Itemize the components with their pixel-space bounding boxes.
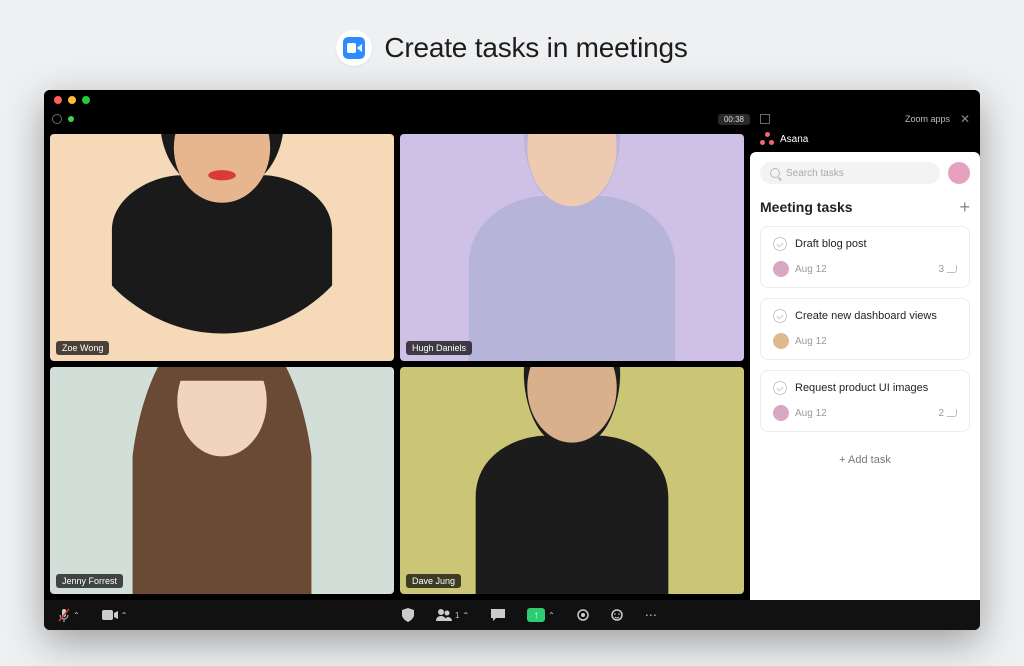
complete-task-icon[interactable] [773, 237, 787, 251]
assignee-avatar[interactable] [773, 405, 789, 421]
participant-name: Jenny Forrest [56, 574, 123, 588]
participant-name: Dave Jung [406, 574, 461, 588]
share-screen-button[interactable]: ↑ ⌃ [527, 608, 555, 622]
meeting-toolbar: ⌃ ⌃ 1 ⌃ ↑ ⌃ [44, 600, 980, 630]
zoom-window: 00:38 Zoom apps ✕ Zoe Wong [44, 90, 980, 630]
apps-sidebar: Asana Search tasks Meeting tasks + [750, 128, 980, 600]
search-placeholder: Search tasks [786, 168, 844, 179]
video-grid: Zoe Wong Hugh Daniels [44, 128, 750, 600]
assignee-avatar[interactable] [773, 333, 789, 349]
participant-name: Hugh Daniels [406, 341, 472, 355]
participant-silhouette [50, 367, 394, 594]
close-panel-button[interactable]: ✕ [960, 112, 970, 126]
subtask-icon [947, 409, 957, 417]
video-button[interactable]: ⌃ [102, 610, 128, 620]
participant-tile[interactable]: Hugh Daniels [400, 134, 744, 361]
task-date: Aug 12 [795, 264, 827, 275]
mute-button[interactable]: ⌃ [58, 608, 80, 622]
zoom-apps-label: Zoom apps [905, 114, 950, 124]
sidebar-brand: Asana [780, 134, 808, 145]
close-window-button[interactable] [54, 96, 62, 104]
zoom-icon [336, 30, 372, 66]
subtask-count: 3 [938, 264, 957, 275]
task-card[interactable]: Create new dashboard views Aug 12 [760, 298, 970, 360]
record-button[interactable] [577, 609, 589, 621]
sidebar-header: Asana [750, 128, 980, 152]
complete-task-icon[interactable] [773, 309, 787, 323]
task-title: Draft blog post [795, 238, 867, 250]
search-input[interactable]: Search tasks [760, 162, 940, 184]
maximize-window-button[interactable] [82, 96, 90, 104]
minimize-window-button[interactable] [68, 96, 76, 104]
asana-panel: Search tasks Meeting tasks + Draft blog … [750, 152, 980, 600]
more-button[interactable]: ⋯ [645, 608, 657, 622]
section-title: Meeting tasks [760, 199, 853, 215]
complete-task-icon[interactable] [773, 381, 787, 395]
participant-silhouette [50, 134, 394, 361]
reactions-button[interactable] [611, 609, 623, 621]
meeting-top-bar: 00:38 Zoom apps ✕ [44, 110, 980, 128]
participant-tile[interactable]: Dave Jung [400, 367, 744, 594]
participants-count: 1 [455, 611, 459, 620]
asana-logo-icon [760, 132, 774, 146]
fullscreen-icon[interactable] [760, 114, 770, 124]
add-section-button[interactable]: + [959, 198, 970, 216]
participant-name: Zoe Wong [56, 341, 109, 355]
recording-indicator-icon [68, 116, 74, 122]
meeting-timer: 00:38 [718, 114, 750, 125]
assignee-avatar[interactable] [773, 261, 789, 277]
subtask-icon [947, 265, 957, 273]
user-avatar[interactable] [948, 162, 970, 184]
participants-button[interactable]: 1 ⌃ [436, 609, 469, 621]
participant-silhouette [400, 367, 744, 594]
task-date: Aug 12 [795, 408, 827, 419]
page-title: Create tasks in meetings [384, 32, 687, 64]
search-icon [770, 168, 780, 178]
task-title: Create new dashboard views [795, 310, 937, 322]
page-header: Create tasks in meetings [0, 0, 1024, 90]
task-card[interactable]: Draft blog post Aug 12 3 [760, 226, 970, 288]
task-title: Request product UI images [795, 382, 928, 394]
info-icon[interactable] [52, 114, 62, 124]
participant-tile[interactable]: Zoe Wong [50, 134, 394, 361]
title-bar [44, 90, 980, 110]
add-task-button[interactable]: + Add task [760, 442, 970, 478]
task-date: Aug 12 [795, 336, 827, 347]
security-button[interactable] [402, 608, 414, 622]
task-card[interactable]: Request product UI images Aug 12 2 [760, 370, 970, 432]
participant-tile[interactable]: Jenny Forrest [50, 367, 394, 594]
subtask-count: 2 [938, 408, 957, 419]
chat-button[interactable] [491, 609, 505, 621]
participant-silhouette [400, 134, 744, 361]
